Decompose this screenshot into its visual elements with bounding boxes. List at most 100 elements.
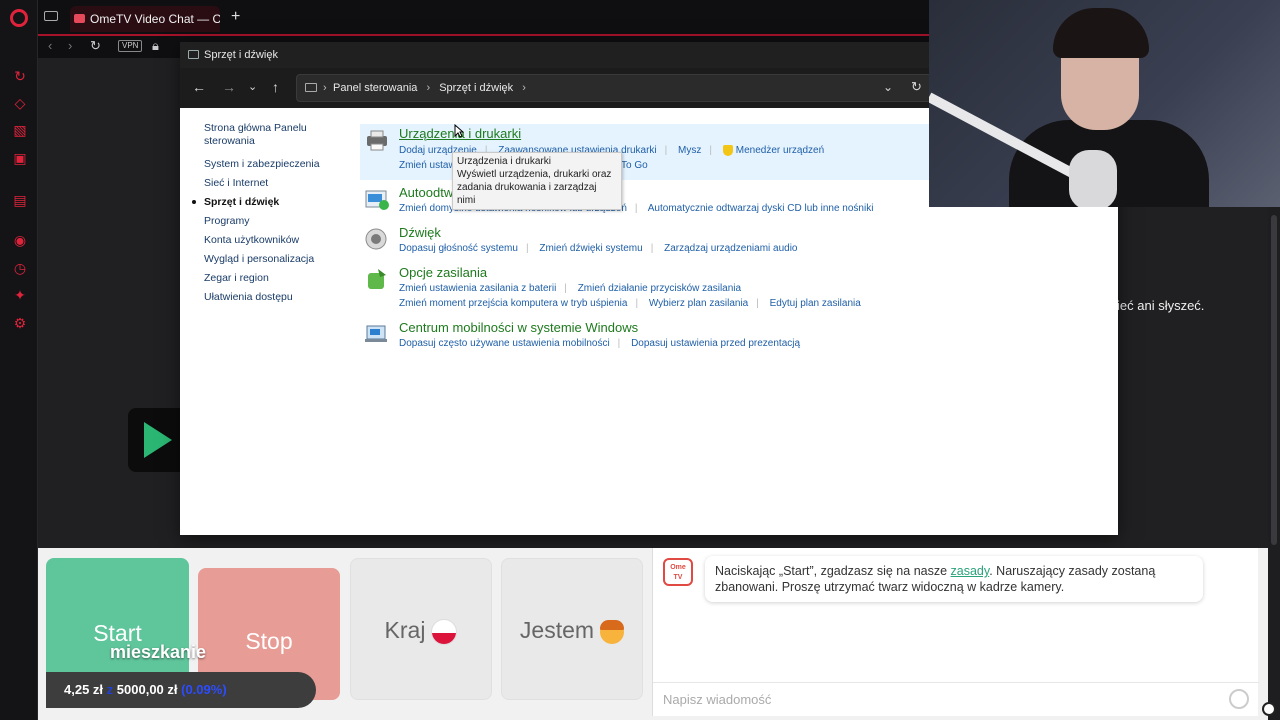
link-autoplay-cd[interactable]: Automatycznie odtwarzaj dyski CD lub inn… [648, 203, 874, 214]
tooltip-body: Wyświetl urządzenia, drukarki oraz zadan… [457, 169, 612, 206]
category-links: Zmień ustawienia zasilania z baterii | Zm… [399, 283, 742, 294]
microphone-icon [1069, 150, 1117, 207]
vpn-badge[interactable]: VPN [118, 40, 143, 52]
refresh-address-icon[interactable]: ↻ [911, 79, 922, 95]
category-mobility[interactable]: Centrum mobilności w systemie Windows Do… [360, 318, 1110, 370]
window-title: Sprzęt i dźwięk [204, 49, 278, 61]
new-tab-button[interactable]: + [231, 8, 240, 26]
shield-icon [722, 145, 733, 156]
google-play-icon [144, 422, 172, 458]
printer-icon [367, 130, 387, 151]
savings-goal-overlay: 4,25 zł z 5000,00 zł (0.09%) [46, 672, 316, 708]
bag-icon[interactable]: ◇ [12, 95, 28, 111]
messenger-icon[interactable]: ▣ [12, 150, 28, 166]
reload-icon[interactable]: ↻ [90, 38, 101, 54]
forward-arrow-icon[interactable]: → [222, 79, 236, 95]
settings-gear-icon[interactable]: ⚙ [12, 315, 28, 331]
sidebar-item-accounts[interactable]: Konta użytkowników [204, 234, 354, 247]
mouse-cursor-icon [454, 124, 464, 138]
category-links-2: Zmień moment przejścia komputera w tryb … [399, 298, 861, 309]
autoplay-icon [365, 190, 389, 210]
recent-dropdown-icon[interactable]: ⌄ [248, 79, 257, 95]
savings-target: 5000,00 zł [116, 682, 178, 697]
link-battery-settings[interactable]: Zmień ustawienia zasilania z baterii [399, 283, 556, 294]
extensions-icon[interactable]: ✦ [12, 287, 28, 303]
message-input[interactable]: Napisz wiadomość [653, 682, 1259, 716]
emoji-icon[interactable] [1229, 689, 1249, 709]
up-arrow-icon[interactable]: ↑ [272, 79, 279, 95]
chat-panel: Ome TV Naciskając „Start”, zgadzasz się … [652, 548, 1259, 716]
link-choose-plan[interactable]: Wybierz plan zasilania [649, 298, 748, 309]
player-icon[interactable]: ◉ [12, 232, 28, 248]
savings-percent: (0.09%) [181, 682, 227, 697]
boy-emoji-icon [600, 619, 625, 644]
lock-icon: 🔒︎ [152, 38, 159, 53]
tooltip: Urządzenia i drukarki Wyświetl urządzeni… [452, 152, 622, 210]
sidebar-item-programs[interactable]: Programy [204, 215, 354, 228]
savings-current: 4,25 zł [64, 682, 104, 697]
google-play-badge[interactable] [128, 408, 188, 472]
rules-link[interactable]: zasady [951, 564, 990, 578]
opera-sidebar: ↻ ◇ ▧ ▣ ▤ ◉ ◷ ✦ ⚙ [0, 0, 38, 720]
category-title[interactable]: Opcje zasilania [399, 265, 487, 280]
message-placeholder: Napisz wiadomość [663, 692, 772, 707]
category-links-2: Zmień ustaw To Go [399, 160, 648, 171]
settings-corner-icon[interactable] [1262, 702, 1276, 716]
link-system-sounds[interactable]: Zmień dźwięki systemu [539, 243, 642, 254]
control-panel-icon [188, 50, 199, 59]
stop-label: Stop [245, 628, 293, 654]
link-device-manager[interactable]: Menedżer urządzeń [736, 145, 824, 156]
sidebar-item-hardware[interactable]: Sprzęt i dźwięk [192, 196, 354, 209]
back-arrow-icon[interactable]: ← [192, 79, 206, 95]
control-panel-sidebar: Strona główna Panelu sterowania System i… [192, 122, 354, 310]
link-power-buttons[interactable]: Zmień działanie przycisków zasilania [578, 283, 741, 294]
link-change-settings[interactable]: Zmień ustaw [399, 160, 456, 171]
sidebar-item-network[interactable]: Sieć i Internet [204, 177, 354, 190]
category-power[interactable]: Opcje zasilania Zmień ustawienia zasilan… [360, 263, 1110, 323]
sidebar-item-appearance[interactable]: Wygląd i personalizacja [204, 253, 354, 266]
link-edit-plan[interactable]: Edytuj plan zasilania [770, 298, 861, 309]
tab-ometv[interactable]: OmeTV Video Chat — Ome [70, 6, 220, 32]
link-volume[interactable]: Dopasuj głośność systemu [399, 243, 518, 254]
stream-overlay-label: mieszkanie [110, 642, 207, 662]
tab-menu-icon[interactable] [44, 11, 58, 21]
breadcrumb-item-panel[interactable]: Panel sterowania [333, 82, 417, 94]
gender-button[interactable]: Jestem [501, 558, 643, 700]
link-audio-devices[interactable]: Zarządzaj urządzeniami audio [664, 243, 797, 254]
ometv-favicon-icon [74, 14, 85, 23]
scrollbar-thumb[interactable] [1271, 215, 1277, 545]
forward-icon[interactable]: › [68, 38, 72, 53]
opera-logo-icon[interactable] [10, 9, 28, 27]
system-message: Naciskając „Start”, zgadzasz się na nasz… [705, 556, 1203, 602]
country-button[interactable]: Kraj [350, 558, 492, 700]
address-dropdown-icon[interactable]: ⌄ [883, 79, 893, 95]
message-text: Naciskając „Start”, zgadzasz się na nasz… [715, 564, 948, 578]
breadcrumb-item-hardware[interactable]: Sprzęt i dźwięk [439, 82, 513, 94]
category-links: Dopasuj często używane ustawienia mobiln… [399, 338, 801, 349]
link-sleep-time[interactable]: Zmień moment przejścia komputera w tryb … [399, 298, 627, 309]
control-panel-crumb-icon [305, 83, 317, 92]
sidebar-item-accessibility[interactable]: Ułatwienia dostępu [204, 291, 354, 304]
sidebar-item-system[interactable]: System i zabezpieczenia [204, 158, 354, 171]
video-notice-text: ieć ani słyszeć. [1117, 298, 1205, 313]
history-icon[interactable]: ◷ [12, 260, 28, 276]
link-mouse[interactable]: Mysz [678, 145, 701, 156]
poland-flag-icon [431, 618, 458, 645]
category-title[interactable]: Dźwięk [399, 225, 441, 240]
twitch-icon[interactable]: ▤ [12, 192, 28, 208]
link-mobility-settings[interactable]: Dopasuj często używane ustawienia mobiln… [399, 338, 610, 349]
breadcrumb[interactable]: › Panel sterowania › Sprzęt i dźwięk › [296, 74, 932, 102]
link-presentation-settings[interactable]: Dopasuj ustawienia przed prezentacją [631, 338, 800, 349]
sidebar-item-home[interactable]: Strona główna Panelu sterowania [204, 122, 354, 148]
flow-icon[interactable]: ▧ [12, 122, 28, 138]
back-icon[interactable]: ‹ [48, 38, 52, 53]
refresh-icon[interactable]: ↻ [12, 68, 28, 84]
ometv-logo-icon: Ome TV [663, 558, 693, 586]
screen: ↻ ◇ ▧ ▣ ▤ ◉ ◷ ✦ ⚙ OmeTV Video Chat — Ome… [0, 0, 1280, 720]
sidebar-item-clock[interactable]: Zegar i region [204, 272, 354, 285]
link-windows-to-go[interactable]: To Go [621, 160, 648, 171]
category-title[interactable]: Centrum mobilności w systemie Windows [399, 320, 638, 335]
mobility-center-icon [365, 325, 387, 342]
tab-title: OmeTV Video Chat — Ome [90, 12, 220, 26]
page-scrollbar[interactable] [1268, 207, 1280, 720]
